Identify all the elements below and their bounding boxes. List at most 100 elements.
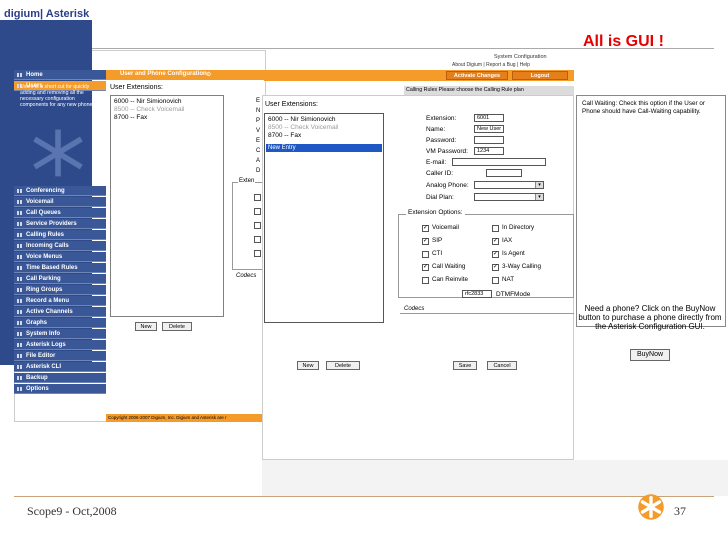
analog-phone-select[interactable]: ▾ [474,181,544,189]
nav-item-voicemail[interactable]: Voicemail [14,197,106,207]
nav-item-label: Calling Rules [26,232,65,238]
email-label: E-mail: [426,159,447,166]
grip-icon [17,288,22,292]
nav-item-label: Home [26,72,43,78]
grip-icon [17,255,22,259]
nav-item-system-info[interactable]: System Info [14,329,106,339]
grip-icon [17,266,22,270]
truncated-field-labels: ENPVECAD [256,98,261,174]
checkbox[interactable] [254,208,261,215]
nav-item-conferencing[interactable]: Conferencing [14,186,106,196]
nav-item-home[interactable]: Home [14,70,106,80]
nav-item-label: Incoming Calls [26,243,69,249]
extension-field[interactable]: 6001 [474,114,504,122]
grip-icon [17,321,22,325]
extension-item[interactable]: 8500 -- Check Voicemail [114,106,184,114]
nav-item-record-a-menu[interactable]: Record a Menu [14,296,106,306]
nav-item-time-based-rules[interactable]: Time Based Rules [14,263,106,273]
option-label: Can Reinvite [432,276,469,283]
buy-phone-text: Need a phone? Click on the BuyNow button… [578,304,722,331]
nav-item-label: Active Channels [26,309,73,315]
cancel-button[interactable]: Cancel [487,361,517,370]
grip-icon [17,222,22,226]
asterisk-watermark-icon [33,129,83,177]
nav-item-label: Call Queues [26,210,61,216]
page-number: 37 [674,504,686,518]
nav-item-service-providers[interactable]: Service Providers [14,219,106,229]
extension-item[interactable]: 6000 -- Nir Simionovich [268,116,336,124]
checkbox-nat[interactable] [492,277,499,284]
nav-item-incoming-calls[interactable]: Incoming Calls [14,241,106,251]
extension-item[interactable]: 8700 -- Fax [268,132,301,140]
name-label: Name: [426,126,446,133]
vm-password-label: VM Password: [426,148,468,155]
delete-button[interactable]: Delete [162,322,192,331]
nav-item-voice-menus[interactable]: Voice Menus [14,252,106,262]
extension-item[interactable]: 8700 -- Fax [114,114,147,122]
checkbox-call-waiting[interactable]: ✓ [422,264,429,271]
extensions-list[interactable]: 6000 -- Nir Simionovich 8500 -- Check Vo… [110,95,224,317]
help-icon[interactable]: ⚙ [206,71,211,78]
nav-item-label: Service Providers [26,221,77,227]
email-field[interactable] [452,158,546,166]
vm-password-field[interactable]: 1234 [474,147,504,155]
checkbox-3-way-calling[interactable]: ✓ [492,264,499,271]
checkbox[interactable] [254,222,261,229]
extension-item[interactable]: 6000 -- Nir Simionovich [114,98,182,106]
system-config-label: System Configuration [494,54,547,60]
nav-item-asterisk-logs[interactable]: Asterisk Logs [14,340,106,350]
checkbox-cti[interactable] [422,251,429,258]
nav-item-asterisk-cli[interactable]: Asterisk CLI [14,362,106,372]
nav-item-graphs[interactable]: Graphs [14,318,106,328]
checkbox[interactable] [254,194,261,201]
checkbox[interactable] [254,236,261,243]
checkbox-iax[interactable]: ✓ [492,238,499,245]
activate-changes-button[interactable]: Activate Changes [446,71,508,80]
buy-now-button[interactable]: BuyNow [630,349,670,361]
password-field[interactable] [474,136,504,144]
nav-item-active-channels[interactable]: Active Channels [14,307,106,317]
nav-item-options[interactable]: Options [14,384,106,394]
option-label: Call Waiting [432,263,466,270]
dtmf-mode-field[interactable]: rfc2833 [462,290,492,298]
option-label: Voicemail [432,224,459,231]
nav-item-file-editor[interactable]: File Editor [14,351,106,361]
checkbox-in-directory[interactable] [492,225,499,232]
nav-item-label: System Info [26,331,61,337]
checkbox-voicemail[interactable]: ✓ [422,225,429,232]
checkbox-is-agent[interactable]: ✓ [492,251,499,258]
new-button[interactable]: New [297,361,319,370]
top-divider [14,48,714,49]
nav-item-label: Options [26,386,49,392]
checkbox-sip[interactable]: ✓ [422,238,429,245]
nav-item-backup[interactable]: Backup [14,373,106,383]
name-field[interactable]: New User [474,125,504,133]
option-label: SIP [432,237,443,244]
extension-item[interactable]: 8500 -- Check Voicemail [268,124,338,132]
caller-id-label: Caller ID: [426,170,454,177]
option-label: NAT [502,276,515,283]
new-entry-item[interactable]: New Entry [266,144,382,152]
bottom-divider [14,496,714,497]
extension-options-grid: ✓ Voicemail In Directory ✓ SIP ✓ IAX CTI ✓ Is Age… [422,224,572,287]
grip-icon [17,277,22,281]
calling-rule-note: Calling Rules Please choose the Calling … [404,86,574,95]
dial-plan-select[interactable]: ▾ [474,193,544,201]
logout-button[interactable]: Logout [512,71,568,80]
header-links[interactable]: About Digium | Report a Bug | Help [452,62,530,68]
caller-id-field[interactable] [486,169,522,177]
nav-item-label: Record a Menu [26,298,70,304]
nav-item-call-queues[interactable]: Call Queues [14,208,106,218]
delete-button[interactable]: Delete [326,361,360,370]
nav-item-label: Backup [26,375,48,381]
nav-item-ring-groups[interactable]: Ring Groups [14,285,106,295]
editor-codecs-label: Codecs [404,306,425,312]
checkbox-can-reinvite[interactable] [422,277,429,284]
users-description: Users is a short cut for quickly adding … [20,84,94,108]
save-button[interactable]: Save [453,361,477,370]
nav-item-label: Graphs [26,320,48,326]
new-button[interactable]: New [135,322,157,331]
nav-item-calling-rules[interactable]: Calling Rules [14,230,106,240]
checkbox[interactable] [254,250,261,257]
nav-item-call-parking[interactable]: Call Parking [14,274,106,284]
